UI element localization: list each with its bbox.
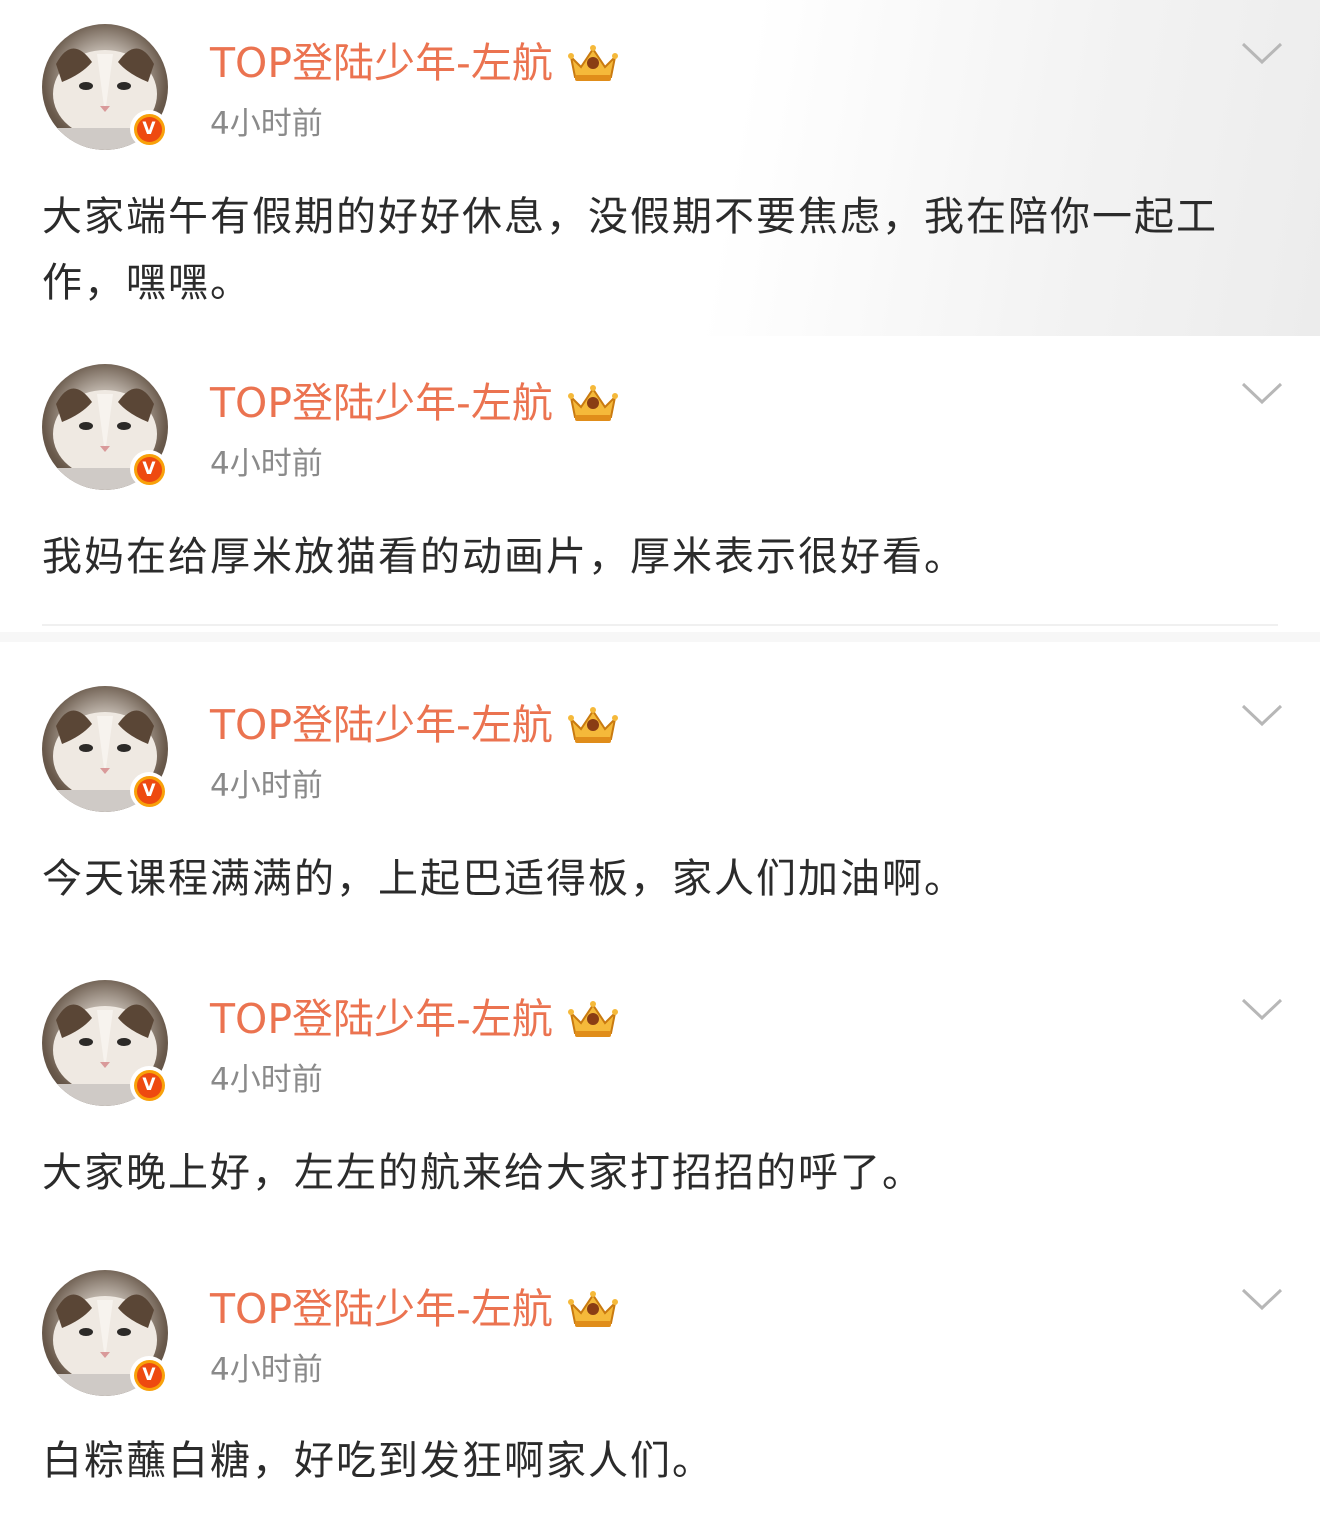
post-card[interactable]: V TOP登陆少年-左航 4小时前 大家端午有假期的好好休息，没假期不要焦虑，我… [0, 0, 1320, 336]
post-content: 大家晚上好，左左的航来给大家打招招的呼了。 [42, 1150, 924, 1196]
verified-v-badge-icon: V [130, 110, 168, 148]
verified-v-badge-icon: V [130, 1356, 168, 1394]
post-content: 我妈在给厚米放猫看的动画片，厚米表示很好看。 [42, 534, 966, 580]
username[interactable]: TOP登陆少年-左航 [210, 1284, 553, 1334]
crown-vip-icon [567, 1291, 618, 1327]
avatar[interactable]: V [42, 686, 168, 812]
post-card[interactable]: V TOP登陆少年-左航 4小时前 今天课程满满的，上起巴适得板，家人们加油啊。 [0, 650, 1320, 950]
chevron-down-icon[interactable] [1240, 380, 1284, 406]
username[interactable]: TOP登陆少年-左航 [210, 994, 553, 1044]
weibo-feed: V TOP登陆少年-左航 4小时前 大家端午有假期的好好休息，没假期不要焦虑，我… [0, 0, 1320, 1520]
post-card[interactable]: V TOP登陆少年-左航 4小时前 白粽蘸白糖，好吃到发狂啊家人们。 [0, 1240, 1320, 1520]
crown-vip-icon [567, 385, 618, 421]
post-content: 今天课程满满的，上起巴适得板，家人们加油啊。 [42, 856, 966, 902]
post-timestamp: 4小时前 [210, 106, 323, 142]
verified-v-badge-icon: V [130, 772, 168, 810]
crown-vip-icon [567, 45, 618, 81]
post-content: 大家端午有假期的好好休息，没假期不要焦虑，我在陪你一起工作，嘿嘿。 [42, 194, 1218, 306]
chevron-down-icon[interactable] [1240, 40, 1284, 66]
avatar[interactable]: V [42, 364, 168, 490]
post-content: 白粽蘸白糖，好吃到发狂啊家人们。 [42, 1438, 714, 1484]
username[interactable]: TOP登陆少年-左航 [210, 38, 553, 88]
username-row: TOP登陆少年-左航 [210, 378, 621, 428]
avatar[interactable]: V [42, 980, 168, 1106]
post-card[interactable]: V TOP登陆少年-左航 4小时前 大家晚上好，左左的航来给大家打招招的呼了。 [0, 950, 1320, 1240]
divider [42, 624, 1278, 626]
post-timestamp: 4小时前 [210, 1062, 323, 1098]
post-timestamp: 4小时前 [210, 1352, 323, 1388]
avatar[interactable]: V [42, 1270, 168, 1396]
avatar[interactable]: V [42, 24, 168, 150]
username-row: TOP登陆少年-左航 [210, 994, 621, 1044]
section-gap [0, 632, 1320, 642]
post-timestamp: 4小时前 [210, 768, 323, 804]
verified-v-badge-icon: V [130, 450, 168, 488]
username[interactable]: TOP登陆少年-左航 [210, 378, 553, 428]
post-timestamp: 4小时前 [210, 446, 323, 482]
post-card[interactable]: V TOP登陆少年-左航 4小时前 我妈在给厚米放猫看的动画片，厚米表示很好看。 [0, 336, 1320, 636]
verified-v-badge-icon: V [130, 1066, 168, 1104]
username-row: TOP登陆少年-左航 [210, 38, 621, 88]
chevron-down-icon[interactable] [1240, 996, 1284, 1022]
chevron-down-icon[interactable] [1240, 702, 1284, 728]
crown-vip-icon [567, 1001, 618, 1037]
crown-vip-icon [567, 707, 618, 743]
username[interactable]: TOP登陆少年-左航 [210, 700, 553, 750]
username-row: TOP登陆少年-左航 [210, 700, 621, 750]
username-row: TOP登陆少年-左航 [210, 1284, 621, 1334]
chevron-down-icon[interactable] [1240, 1286, 1284, 1312]
